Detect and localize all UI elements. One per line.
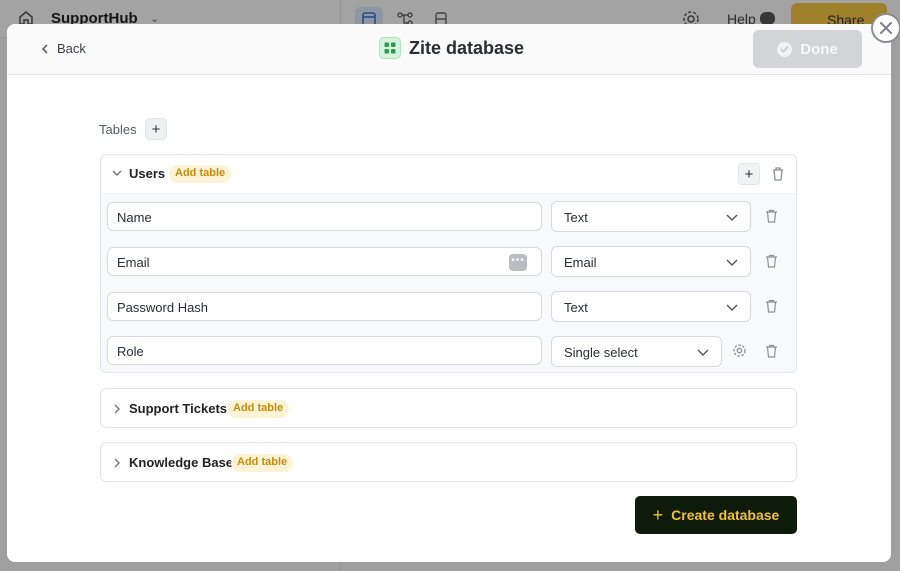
- table-name[interactable]: Users: [129, 166, 165, 181]
- field-type-select[interactable]: Single select: [551, 336, 722, 367]
- database-grid-icon: [379, 37, 401, 59]
- field-name-value: Role: [117, 344, 144, 359]
- table-card-support-tickets[interactable]: Support Tickets Add table: [100, 388, 797, 428]
- modal-title-group: Zite database: [379, 37, 524, 59]
- table-card-users: Users Add table + Name Text Email ••• Em…: [100, 154, 797, 373]
- close-modal-button[interactable]: [871, 13, 900, 43]
- create-database-label: Create database: [671, 507, 780, 523]
- field-name-value: Password Hash: [117, 300, 209, 315]
- gear-icon[interactable]: [732, 343, 747, 358]
- tables-section-label: Tables: [99, 122, 137, 137]
- database-modal: Back Zite database Done Tables + Users A…: [7, 24, 891, 562]
- add-table-button[interactable]: +: [145, 118, 167, 140]
- back-label: Back: [57, 41, 86, 56]
- table-header[interactable]: Users Add table +: [101, 155, 796, 193]
- back-button[interactable]: Back: [41, 41, 86, 56]
- close-icon: [880, 22, 892, 34]
- chevron-down-icon[interactable]: [111, 167, 123, 179]
- add-table-badge: Add table: [227, 400, 290, 418]
- chevron-down-icon: [726, 214, 738, 221]
- trash-icon[interactable]: [765, 344, 778, 358]
- done-label: Done: [800, 40, 838, 58]
- modal-title: Zite database: [409, 37, 525, 58]
- check-circle-icon: [777, 41, 793, 57]
- field-type-value: Text: [564, 210, 588, 225]
- field-name-input[interactable]: Email •••: [107, 247, 542, 276]
- chevron-right-icon[interactable]: [111, 457, 123, 469]
- trash-icon[interactable]: [765, 209, 778, 223]
- chevron-right-icon[interactable]: [111, 403, 123, 415]
- chevron-down-icon: [726, 304, 738, 311]
- trash-icon[interactable]: [765, 254, 778, 268]
- modal-header: Back Zite database Done: [7, 24, 891, 75]
- field-name-value: Email: [117, 255, 150, 270]
- field-name-input[interactable]: Password Hash: [107, 292, 542, 321]
- trash-icon[interactable]: [771, 166, 785, 181]
- table-card-knowledge-base[interactable]: Knowledge Base Add table: [100, 442, 797, 482]
- field-type-value: Email: [564, 255, 597, 270]
- field-name-input[interactable]: Name: [107, 202, 542, 231]
- more-options-icon[interactable]: •••: [509, 254, 527, 271]
- done-button[interactable]: Done: [753, 30, 862, 68]
- create-database-button[interactable]: + Create database: [635, 496, 797, 534]
- add-table-badge: Add table: [169, 165, 232, 183]
- add-field-button[interactable]: +: [738, 163, 760, 185]
- chevron-down-icon: [726, 259, 738, 266]
- field-type-select[interactable]: Text: [551, 291, 751, 322]
- field-list: Name Text Email ••• Email Password Hash …: [101, 193, 796, 372]
- chevron-left-icon: [41, 43, 48, 54]
- plus-icon: +: [652, 505, 664, 525]
- field-name-input[interactable]: Role: [107, 336, 542, 365]
- field-type-select[interactable]: Text: [551, 201, 751, 232]
- field-name-value: Name: [117, 210, 152, 225]
- field-type-value: Single select: [564, 345, 638, 360]
- add-table-badge: Add table: [231, 454, 294, 472]
- table-name[interactable]: Knowledge Base: [129, 455, 233, 470]
- field-type-value: Text: [564, 300, 588, 315]
- field-type-select[interactable]: Email: [551, 246, 751, 277]
- trash-icon[interactable]: [765, 299, 778, 313]
- chevron-down-icon: [697, 349, 709, 356]
- table-name[interactable]: Support Tickets: [129, 401, 227, 416]
